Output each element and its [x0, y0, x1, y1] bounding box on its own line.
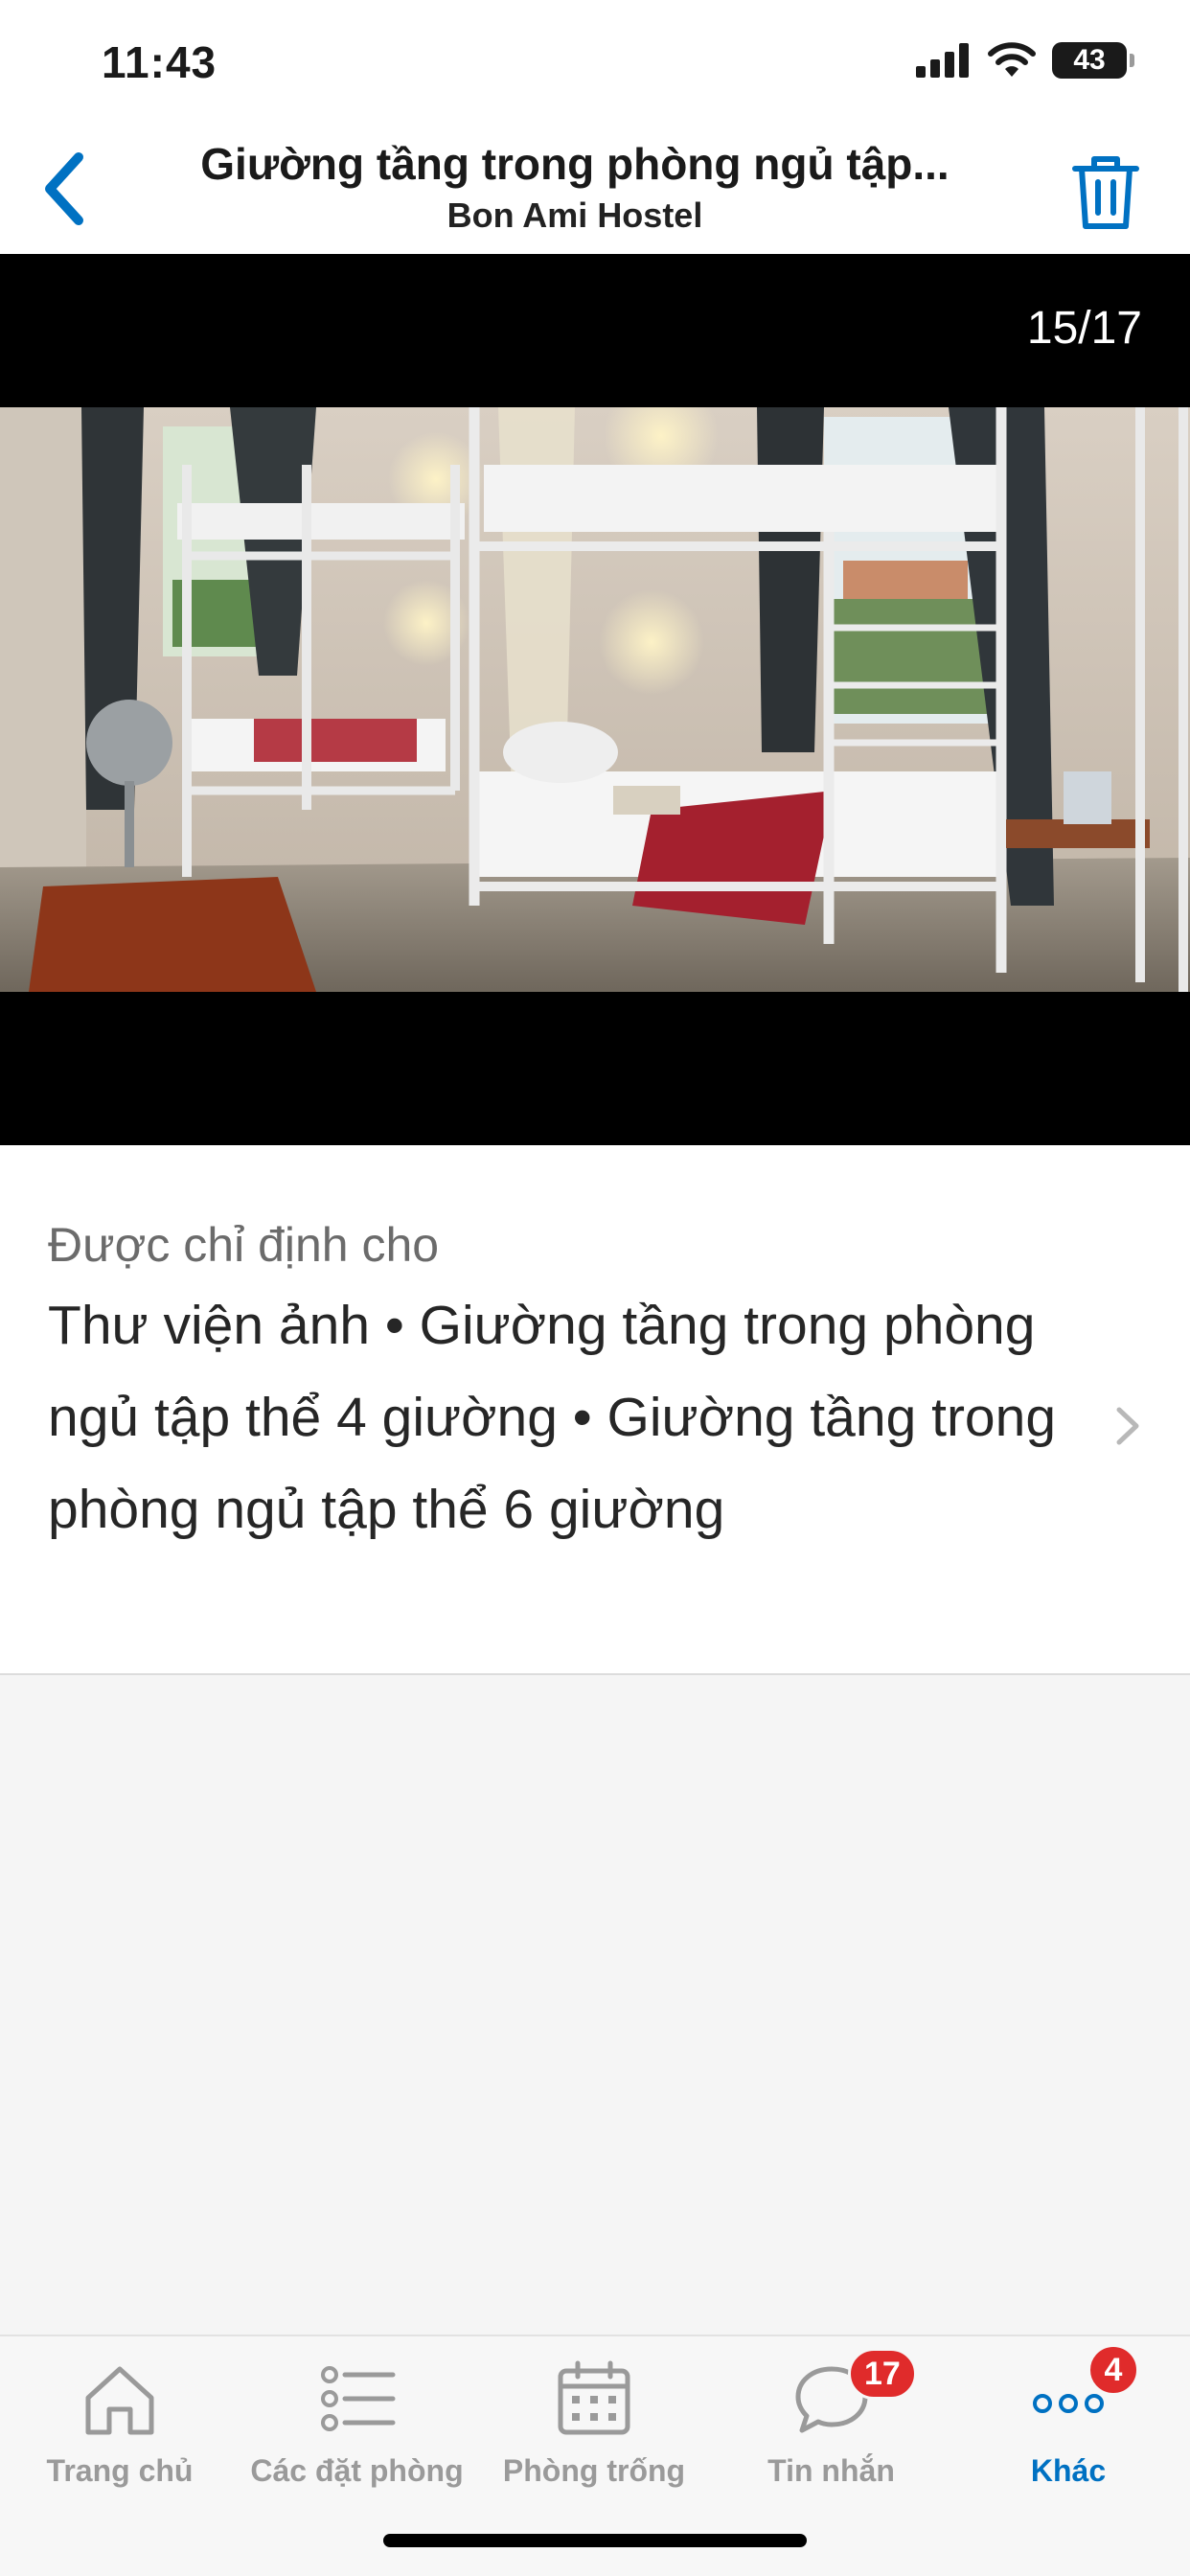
tab-more[interactable]: Khác 4: [992, 2336, 1145, 2518]
photo-viewer[interactable]: 15/17: [0, 254, 1190, 1145]
cellular-signal-icon: [916, 43, 969, 78]
tab-home-label: Trang chủ: [46, 2453, 194, 2488]
assigned-to-label: Được chỉ định cho: [48, 1218, 440, 1272]
tab-availability[interactable]: Phòng trống: [498, 2336, 690, 2518]
list-icon: [320, 2366, 395, 2431]
back-button[interactable]: [33, 146, 100, 232]
status-icons: 43: [916, 42, 1134, 79]
tab-availability-label: Phòng trống: [502, 2453, 686, 2488]
battery-icon: 43: [1052, 42, 1134, 79]
calendar-icon: [558, 2360, 630, 2435]
photo-counter: 15/17: [1026, 303, 1142, 354]
tab-more-label: Khác: [1030, 2453, 1107, 2488]
status-bar: 11:43 43: [0, 0, 1190, 125]
tab-bookings[interactable]: Các đặt phòng: [240, 2336, 474, 2518]
tab-bookings-label: Các đặt phòng: [250, 2453, 464, 2488]
room-photo[interactable]: [0, 407, 1190, 992]
page-title: Giường tầng trong phòng ngủ tập...: [200, 139, 950, 189]
status-time: 11:43: [102, 37, 217, 87]
tab-messages-label: Tin nhắn: [767, 2453, 895, 2488]
home-icon: [85, 2366, 154, 2435]
tab-messages[interactable]: Tin nhắn 17: [743, 2336, 920, 2518]
chevron-right-icon: [1116, 1407, 1139, 1445]
battery-level: 43: [1073, 44, 1106, 76]
assigned-to-row[interactable]: Được chỉ định cho Thư viện ảnh • Giường …: [0, 1145, 1190, 1675]
wifi-icon: [988, 42, 1036, 77]
trash-icon[interactable]: [1067, 151, 1144, 232]
assigned-to-value: Thư viện ảnh • Giường tầng trong phòng n…: [48, 1295, 1057, 1540]
property-name: Bon Ami Hostel: [446, 196, 703, 235]
messages-badge: 17: [848, 2348, 917, 2400]
home-indicator: [383, 2534, 807, 2547]
tab-home[interactable]: Trang chủ: [34, 2336, 206, 2518]
nav-header: Giường tầng trong phòng ngủ tập... Bon A…: [0, 125, 1190, 254]
more-badge: 4: [1087, 2344, 1139, 2396]
